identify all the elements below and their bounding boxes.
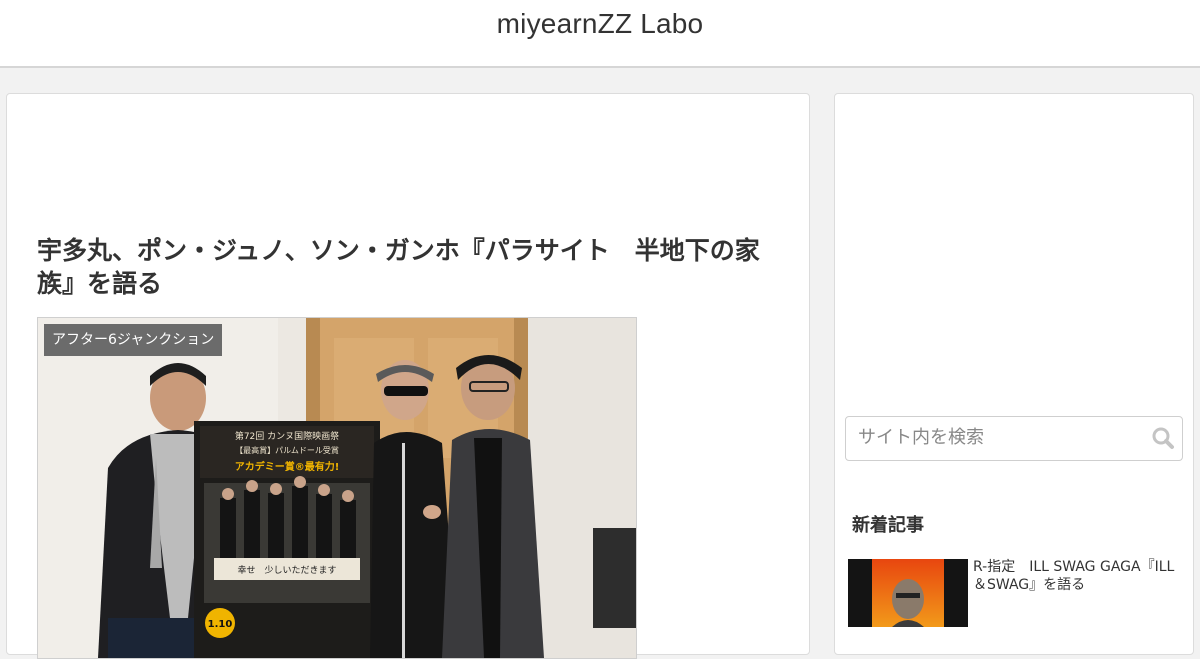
new-entry-thumbnail <box>848 559 968 627</box>
eyecatch-photo: 第72回 カンヌ国際映画祭 【最高賞】パルムドール受賞 アカデミー賞®最有力! … <box>38 318 636 658</box>
poster-date: 1.10 <box>208 619 233 630</box>
new-entry-image <box>848 559 968 627</box>
main-content: 宇多丸、ポン・ジュノ、ソン・ガンホ『パラサイト 半地下の家族』を語る 第72回 … <box>6 93 810 659</box>
new-entry-title: R-指定 ILL SWAG GAGA『ILL＆SWAG』を語る <box>973 559 1175 593</box>
new-entries-heading: 新着記事 <box>852 515 924 536</box>
poster-tagline: 幸せ 少しいただきます <box>237 565 336 576</box>
search-input[interactable] <box>846 417 1148 458</box>
search-form <box>845 416 1183 461</box>
poster-line2: 【最高賞】パルムドール受賞 <box>235 445 339 455</box>
site-header: miyearnZZ Labo <box>0 0 1200 68</box>
sidebar: 新着記事 R-指定 ILL SWAG GAGA『ILL＆SWAG』を語る <box>834 93 1194 655</box>
poster-line1: 第72回 カンヌ国際映画祭 <box>235 430 339 442</box>
article-title: 宇多丸、ポン・ジュノ、ソン・ガンホ『パラサイト 半地下の家族』を語る <box>37 236 760 298</box>
eyecatch-image[interactable]: 第72回 カンヌ国際映画祭 【最高賞】パルムドール受賞 アカデミー賞®最有力! … <box>37 317 637 659</box>
new-entry-item[interactable]: R-指定 ILL SWAG GAGA『ILL＆SWAG』を語る <box>848 558 1188 638</box>
poster-line3: アカデミー賞®最有力! <box>235 460 340 473</box>
ad-space <box>7 94 809 214</box>
category-label[interactable]: アフター6ジャンクション <box>44 324 223 356</box>
search-button[interactable] <box>1150 425 1176 451</box>
site-title-link[interactable]: miyearnZZ Labo <box>497 8 704 40</box>
search-icon <box>1152 427 1174 449</box>
sidebar-ad-space <box>835 94 1193 394</box>
